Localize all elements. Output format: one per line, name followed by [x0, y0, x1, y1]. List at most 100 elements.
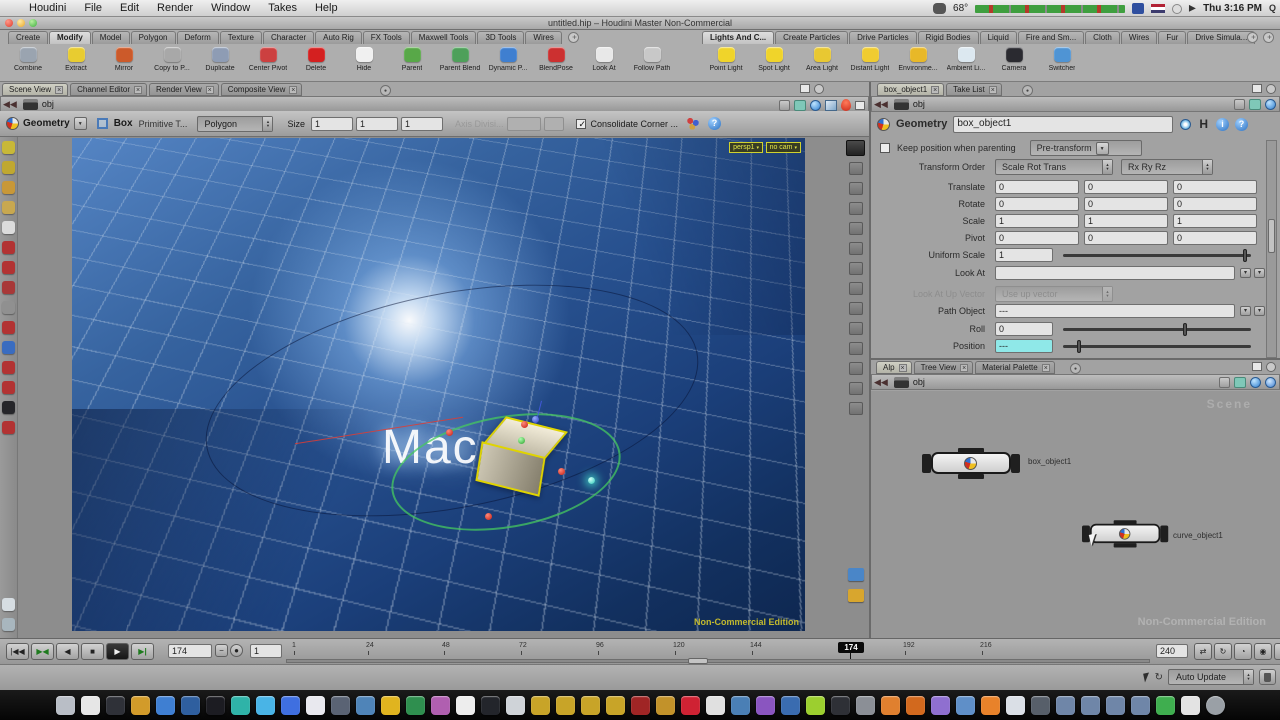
gizmo-handle[interactable]	[588, 477, 595, 484]
step-forward-button[interactable]: ▶|	[131, 643, 154, 660]
update-mode-select[interactable]: Auto Update	[1168, 669, 1254, 685]
stock-ticker-icon[interactable]	[975, 5, 1125, 13]
start-frame-field[interactable]: 1	[250, 644, 282, 658]
gear-icon[interactable]	[1180, 119, 1191, 130]
dock-icon[interactable]	[156, 696, 175, 715]
new-pane-tab-button[interactable]	[1070, 363, 1081, 374]
shelf-scroll-right-button[interactable]	[1263, 32, 1274, 43]
toolbar-tool-icon[interactable]	[2, 421, 15, 434]
refresh-icon[interactable]: ↻	[1155, 672, 1163, 683]
view-tool-icon[interactable]	[849, 262, 863, 275]
shelf-tool[interactable]: Switcher	[1038, 45, 1086, 81]
uniform-scale-field[interactable]: 1	[995, 248, 1053, 262]
shelf-tool[interactable]: Environme...	[894, 45, 942, 81]
dock-icon[interactable]	[556, 696, 575, 715]
shelf-tool[interactable]: Extract	[52, 45, 100, 81]
shelf-tool[interactable]: Parent Blend	[436, 45, 484, 81]
dock-icon[interactable]	[181, 696, 200, 715]
dock-icon[interactable]	[256, 696, 275, 715]
node-flag[interactable]	[1160, 526, 1168, 543]
recycle-icon[interactable]	[794, 100, 806, 111]
shelf-tab[interactable]: Create	[8, 31, 48, 44]
pane-tab[interactable]: Take List ×	[946, 83, 1002, 96]
new-pane-tab-button[interactable]	[1022, 85, 1033, 96]
pane-menu-icon[interactable]	[1266, 362, 1276, 372]
sync-icon[interactable]	[1265, 99, 1276, 110]
toolbar-tool-icon[interactable]	[2, 221, 15, 234]
dock-icon[interactable]	[1031, 696, 1050, 715]
dock-icon[interactable]	[881, 696, 900, 715]
go-to-start-button[interactable]: |◀◀	[6, 643, 29, 660]
look-at-field[interactable]	[995, 266, 1235, 280]
dock-icon[interactable]	[956, 696, 975, 715]
toolbar-tool-icon[interactable]	[2, 401, 15, 414]
shelf-tab[interactable]: Character	[263, 31, 314, 44]
params-scrollbar[interactable]	[1266, 140, 1277, 358]
roll-slider[interactable]	[1063, 328, 1251, 331]
shelf-tool[interactable]: BlendPose	[532, 45, 580, 81]
toolbar-tool-icon[interactable]	[2, 341, 15, 354]
realtime-toggle-button[interactable]: ◔	[1234, 643, 1252, 660]
path-text[interactable]: obj	[42, 99, 54, 109]
pane-tab[interactable]: box_object1 ×	[877, 83, 944, 96]
param-x-field[interactable]: 0	[995, 180, 1079, 194]
shelf-tab[interactable]: Auto Rig	[315, 31, 362, 44]
param-z-field[interactable]: 0	[1173, 197, 1257, 211]
menu-item[interactable]: File	[75, 2, 111, 14]
spinner-icon[interactable]	[262, 117, 272, 131]
pretransform-menu[interactable]: Pre-transform	[1030, 140, 1142, 156]
maximize-pane-icon[interactable]	[800, 84, 810, 93]
size-y-field[interactable]: 1	[356, 117, 398, 131]
pane-tab[interactable]: Material Palette ×	[975, 361, 1055, 374]
shelf-tab[interactable]: Drive Particles	[849, 31, 917, 44]
shelf-tab[interactable]: Lights And C...	[702, 31, 774, 44]
shelf-tool[interactable]: Area Light	[798, 45, 846, 81]
prev-keyframe-button[interactable]: ▶◀	[31, 643, 54, 660]
menu-item[interactable]: Window	[202, 2, 259, 14]
shelf-tab[interactable]: Fur	[1158, 31, 1186, 44]
dock-icon[interactable]	[406, 696, 425, 715]
toolbar-tool-icon[interactable]	[2, 281, 15, 294]
dock-icon[interactable]	[1156, 696, 1175, 715]
shelf-tab[interactable]: Wires	[1121, 31, 1157, 44]
camera-badge[interactable]: no cam ▾	[766, 142, 801, 153]
back-arrow-icon[interactable]: ◀◀	[874, 377, 888, 388]
param-y-field[interactable]: 1	[1084, 214, 1168, 228]
dock-icon[interactable]	[681, 696, 700, 715]
view-tool-icon[interactable]	[849, 222, 863, 235]
path-dropdown-button[interactable]	[1234, 99, 1245, 110]
view-tool-icon[interactable]	[849, 182, 863, 195]
view-tool-icon[interactable]	[849, 162, 863, 175]
pane-tab[interactable]: Scene View ×	[2, 83, 68, 96]
size-x-field[interactable]: 1	[311, 117, 353, 131]
shelf-tool[interactable]: Point Light	[702, 45, 750, 81]
dock-icon[interactable]	[1181, 696, 1200, 715]
shelf-tab[interactable]: 3D Tools	[477, 31, 524, 44]
dock-icon[interactable]	[856, 696, 875, 715]
timeline-scrollbar[interactable]	[286, 659, 1150, 663]
node-flag[interactable]	[1011, 454, 1020, 473]
dock-icon[interactable]	[756, 696, 775, 715]
close-tab-icon[interactable]: ×	[289, 86, 297, 94]
pane-tab[interactable]: Tree View ×	[914, 361, 974, 374]
shelf-tool[interactable]: Hide	[340, 45, 388, 81]
dock-icon[interactable]	[631, 696, 650, 715]
op-type-dropdown[interactable]	[74, 117, 87, 130]
frame-increment-button[interactable]: ●	[230, 644, 243, 657]
toolbar-tool-icon[interactable]	[2, 301, 15, 314]
playbar-menu-button[interactable]: ▾	[1274, 643, 1280, 660]
dock-icon[interactable]	[1131, 696, 1150, 715]
gizmo-handle[interactable]	[558, 468, 565, 475]
param-x-field[interactable]: 0	[995, 231, 1079, 245]
pane-tab[interactable]: Alp ×	[876, 361, 912, 374]
geometry-box-icon[interactable]	[825, 100, 837, 111]
dock-icon[interactable]	[306, 696, 325, 715]
op-chooser-icon[interactable]	[1240, 306, 1251, 316]
param-z-field[interactable]: 0	[1173, 231, 1257, 245]
op-chooser-icon[interactable]	[1240, 268, 1251, 278]
view-tool-icon[interactable]	[848, 568, 864, 581]
dock-icon[interactable]	[331, 696, 350, 715]
white-square-icon[interactable]	[855, 101, 865, 110]
dock-icon[interactable]	[281, 696, 300, 715]
close-tab-icon[interactable]: ×	[899, 364, 907, 372]
